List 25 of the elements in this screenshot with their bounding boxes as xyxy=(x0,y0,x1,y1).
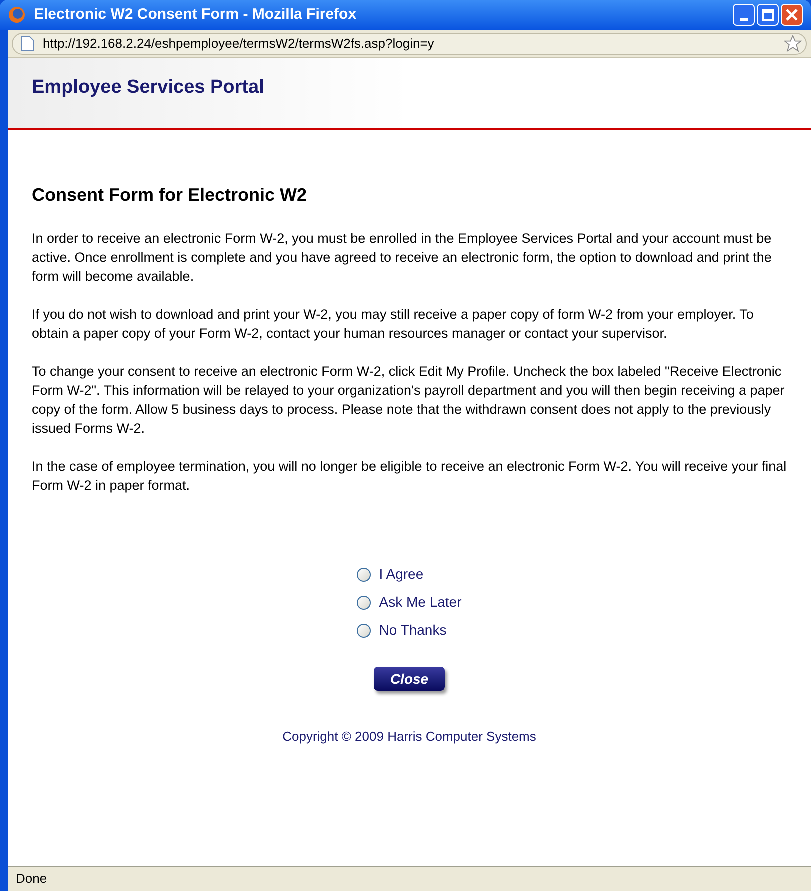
address-field[interactable]: http://192.168.2.24/eshpemployee/termsW2/termsW2fs.asp?login=y xyxy=(12,32,807,54)
url-text: http://192.168.2.24/eshpemployee/termsW2/termsW2fs.asp?login=y xyxy=(43,34,436,53)
page-heading: Consent Form for Electronic W2 xyxy=(32,184,308,207)
body-paragraph: To change your consent to receive an electronic Form W-2, click Edit My Profile. Uncheck the box labeled "Receive Electronic Form W-2". This information will be relayed to your organization's payroll department and you will then begin receiving a paper copy of the form. Allow 5 business days to process. Please note that the withdrawn consent does not apply to the previously issued Forms W-2. xyxy=(32,363,786,438)
body-paragraph: In order to receive an electronic Form W-2, you must be enrolled in the Employee Services Portal and your account must be active. Once enrollment is complete and you have agreed to receive an electronic form, the option to download and print the form will become available. xyxy=(32,230,773,286)
radio-button[interactable] xyxy=(357,596,372,610)
close-icon xyxy=(786,9,798,21)
radio-button[interactable] xyxy=(357,568,372,582)
status-text: Done xyxy=(16,870,48,888)
portal-title: Employee Services Portal xyxy=(32,77,264,98)
body-paragraph: In the case of employee termination, you will no longer be eligible to receive an electronic Form W-2. You will receive your final Form W-2 in paper format. xyxy=(32,458,787,495)
browser-logo-icon xyxy=(8,6,26,24)
radio-label: I Agree xyxy=(379,565,424,584)
star-icon[interactable] xyxy=(784,34,802,52)
close-window-button[interactable] xyxy=(781,4,803,26)
close-button[interactable]: Close xyxy=(374,667,445,691)
minimize-button[interactable] xyxy=(733,4,755,26)
radio-label: Ask Me Later xyxy=(379,593,462,612)
copyright-text: Copyright © 2009 Harris Computer Systems xyxy=(282,728,536,746)
maximize-button[interactable] xyxy=(757,4,779,26)
radio-label: No Thanks xyxy=(379,621,447,640)
radio-button[interactable] xyxy=(357,624,372,638)
window-title: Electronic W2 Consent Form - Mozilla Firefox xyxy=(34,4,358,25)
page-icon xyxy=(21,36,35,52)
body-paragraph: If you do not wish to download and print your W-2, you may still receive a paper copy of form W-2 from your employer. To obtain a paper copy of your Form W-2, contact your human resources manager or contact your supervisor. xyxy=(32,306,755,343)
